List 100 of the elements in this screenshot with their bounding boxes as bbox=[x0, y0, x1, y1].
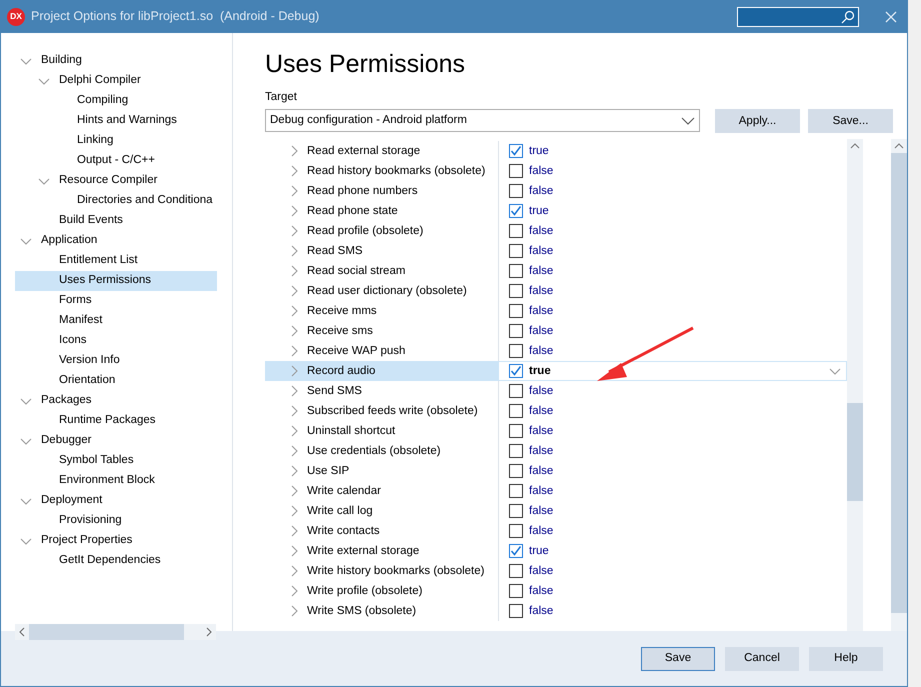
toolbar-button[interactable]: Apply... bbox=[715, 109, 800, 134]
search-field[interactable] bbox=[737, 6, 859, 26]
permission-name-cell[interactable]: Use SIP bbox=[265, 461, 498, 482]
checkbox[interactable] bbox=[509, 344, 523, 358]
tree-item[interactable]: Orientation bbox=[15, 371, 217, 391]
checkbox[interactable] bbox=[509, 164, 523, 178]
tree-item[interactable]: Linking bbox=[15, 131, 217, 151]
tree-item[interactable]: Manifest bbox=[15, 311, 217, 331]
tree-item[interactable]: Symbol Tables bbox=[15, 451, 217, 471]
checkbox[interactable] bbox=[509, 424, 523, 438]
checkbox[interactable] bbox=[509, 204, 523, 218]
permission-name-cell[interactable]: Record audio bbox=[265, 361, 498, 382]
checkbox[interactable] bbox=[509, 404, 523, 418]
checkbox[interactable] bbox=[509, 324, 523, 338]
tree-item[interactable]: Compiling bbox=[15, 91, 217, 111]
permission-name-cell[interactable]: Read phone numbers bbox=[265, 181, 498, 202]
tree-item[interactable]: Entitlement List bbox=[15, 251, 217, 271]
tree-item[interactable]: Project Properties bbox=[15, 531, 217, 551]
tree-item[interactable]: Deployment bbox=[15, 491, 217, 511]
permission-name-cell[interactable]: Receive mms bbox=[265, 301, 498, 322]
close-icon[interactable] bbox=[885, 10, 897, 22]
tree-item[interactable]: Runtime Packages bbox=[15, 411, 217, 431]
checkbox[interactable] bbox=[509, 384, 523, 398]
permission-name-cell[interactable]: Subscribed feeds write (obsolete) bbox=[265, 401, 498, 422]
permission-value-cell[interactable]: false bbox=[498, 441, 847, 462]
permission-name-cell[interactable]: Send SMS bbox=[265, 381, 498, 402]
permission-value-cell[interactable]: false bbox=[498, 521, 847, 542]
permission-value-cell[interactable]: false bbox=[498, 281, 847, 302]
permission-name-cell[interactable]: Read phone state bbox=[265, 201, 498, 222]
checkbox[interactable] bbox=[509, 244, 523, 258]
permission-name-cell[interactable]: Read history bookmarks (obsolete) bbox=[265, 161, 498, 182]
tree-item[interactable]: Version Info bbox=[15, 351, 217, 371]
permission-value-cell[interactable]: true bbox=[498, 541, 847, 562]
permission-name-cell[interactable]: Write SMS (obsolete) bbox=[265, 601, 498, 622]
tree-item[interactable]: Environment Block bbox=[15, 471, 217, 491]
tree-item[interactable]: Hints and Warnings bbox=[15, 111, 217, 131]
permission-name-cell[interactable]: Uninstall shortcut bbox=[265, 421, 498, 442]
permission-name-cell[interactable]: Write history bookmarks (obsolete) bbox=[265, 561, 498, 582]
scroll-thumb[interactable] bbox=[29, 624, 184, 640]
checkbox[interactable] bbox=[509, 524, 523, 538]
permission-value-cell[interactable]: false bbox=[498, 341, 847, 362]
permission-value-cell[interactable]: false bbox=[498, 581, 847, 602]
permission-value-cell[interactable]: false bbox=[498, 181, 847, 202]
permission-value-cell[interactable]: false bbox=[498, 161, 847, 182]
permission-value-cell[interactable]: false bbox=[498, 241, 847, 262]
permission-name-cell[interactable]: Read social stream bbox=[265, 261, 498, 282]
permission-value-cell[interactable]: false bbox=[498, 401, 847, 422]
permission-value-cell[interactable]: true bbox=[498, 201, 847, 222]
tree-item[interactable]: Debugger bbox=[15, 431, 217, 451]
permission-value-cell[interactable]: false bbox=[498, 301, 847, 322]
tree-item[interactable]: Application bbox=[15, 231, 217, 251]
tree-item[interactable]: Provisioning bbox=[15, 511, 217, 531]
permission-name-cell[interactable]: Write contacts bbox=[265, 521, 498, 542]
permission-name-cell[interactable]: Read user dictionary (obsolete) bbox=[265, 281, 498, 302]
tree-item[interactable]: Building bbox=[15, 51, 217, 71]
permission-name-cell[interactable]: Read external storage bbox=[265, 141, 498, 162]
checkbox[interactable] bbox=[509, 444, 523, 458]
tree-item[interactable]: Output - C/C++ bbox=[15, 151, 217, 171]
dialog-button[interactable]: Help bbox=[809, 646, 883, 670]
permission-name-cell[interactable]: Read profile (obsolete) bbox=[265, 221, 498, 242]
checkbox[interactable] bbox=[509, 484, 523, 498]
tree-item[interactable]: Directories and Conditiona bbox=[15, 191, 217, 211]
checkbox[interactable] bbox=[509, 264, 523, 278]
tree-item[interactable]: Forms bbox=[15, 291, 217, 311]
checkbox[interactable] bbox=[509, 464, 523, 478]
checkbox[interactable] bbox=[509, 184, 523, 198]
permission-value-cell[interactable]: false bbox=[498, 601, 847, 622]
tree-item[interactable]: GetIt Dependencies bbox=[15, 551, 217, 571]
checkbox[interactable] bbox=[509, 544, 523, 558]
permission-value-cell[interactable]: false bbox=[498, 221, 847, 242]
scroll-thumb[interactable] bbox=[847, 403, 863, 502]
permission-name-cell[interactable]: Use credentials (obsolete) bbox=[265, 441, 498, 462]
tree-item[interactable]: Packages bbox=[15, 391, 217, 411]
checkbox[interactable] bbox=[509, 304, 523, 318]
permission-value-cell[interactable]: false bbox=[498, 561, 847, 582]
permission-value-cell[interactable]: false bbox=[498, 261, 847, 282]
permission-value-cell[interactable]: false bbox=[498, 321, 847, 342]
permission-name-cell[interactable]: Read SMS bbox=[265, 241, 498, 262]
permission-value-cell[interactable]: true bbox=[498, 141, 847, 162]
permission-value-cell[interactable]: false bbox=[498, 421, 847, 442]
tree-item[interactable]: Delphi Compiler bbox=[15, 71, 217, 91]
permission-name-cell[interactable]: Receive sms bbox=[265, 321, 498, 342]
permission-name-cell[interactable]: Write profile (obsolete) bbox=[265, 581, 498, 602]
permission-name-cell[interactable]: Receive WAP push bbox=[265, 341, 498, 362]
permission-value-cell[interactable]: false bbox=[498, 381, 847, 402]
permission-value-cell[interactable]: true bbox=[498, 361, 847, 382]
checkbox[interactable] bbox=[509, 564, 523, 578]
permission-name-cell[interactable]: Write calendar bbox=[265, 481, 498, 502]
permission-value-cell[interactable]: false bbox=[498, 461, 847, 482]
permission-value-cell[interactable]: false bbox=[498, 501, 847, 522]
dialog-button[interactable]: Save bbox=[641, 646, 715, 670]
checkbox[interactable] bbox=[509, 144, 523, 158]
checkbox[interactable] bbox=[509, 224, 523, 238]
checkbox[interactable] bbox=[509, 284, 523, 298]
checkbox[interactable] bbox=[509, 504, 523, 518]
toolbar-button[interactable]: Save... bbox=[808, 109, 893, 134]
target-dropdown[interactable]: Debug configuration - Android platform bbox=[265, 109, 700, 132]
tree-item[interactable]: Icons bbox=[15, 331, 217, 351]
permission-value-cell[interactable]: false bbox=[498, 481, 847, 502]
checkbox[interactable] bbox=[509, 584, 523, 598]
